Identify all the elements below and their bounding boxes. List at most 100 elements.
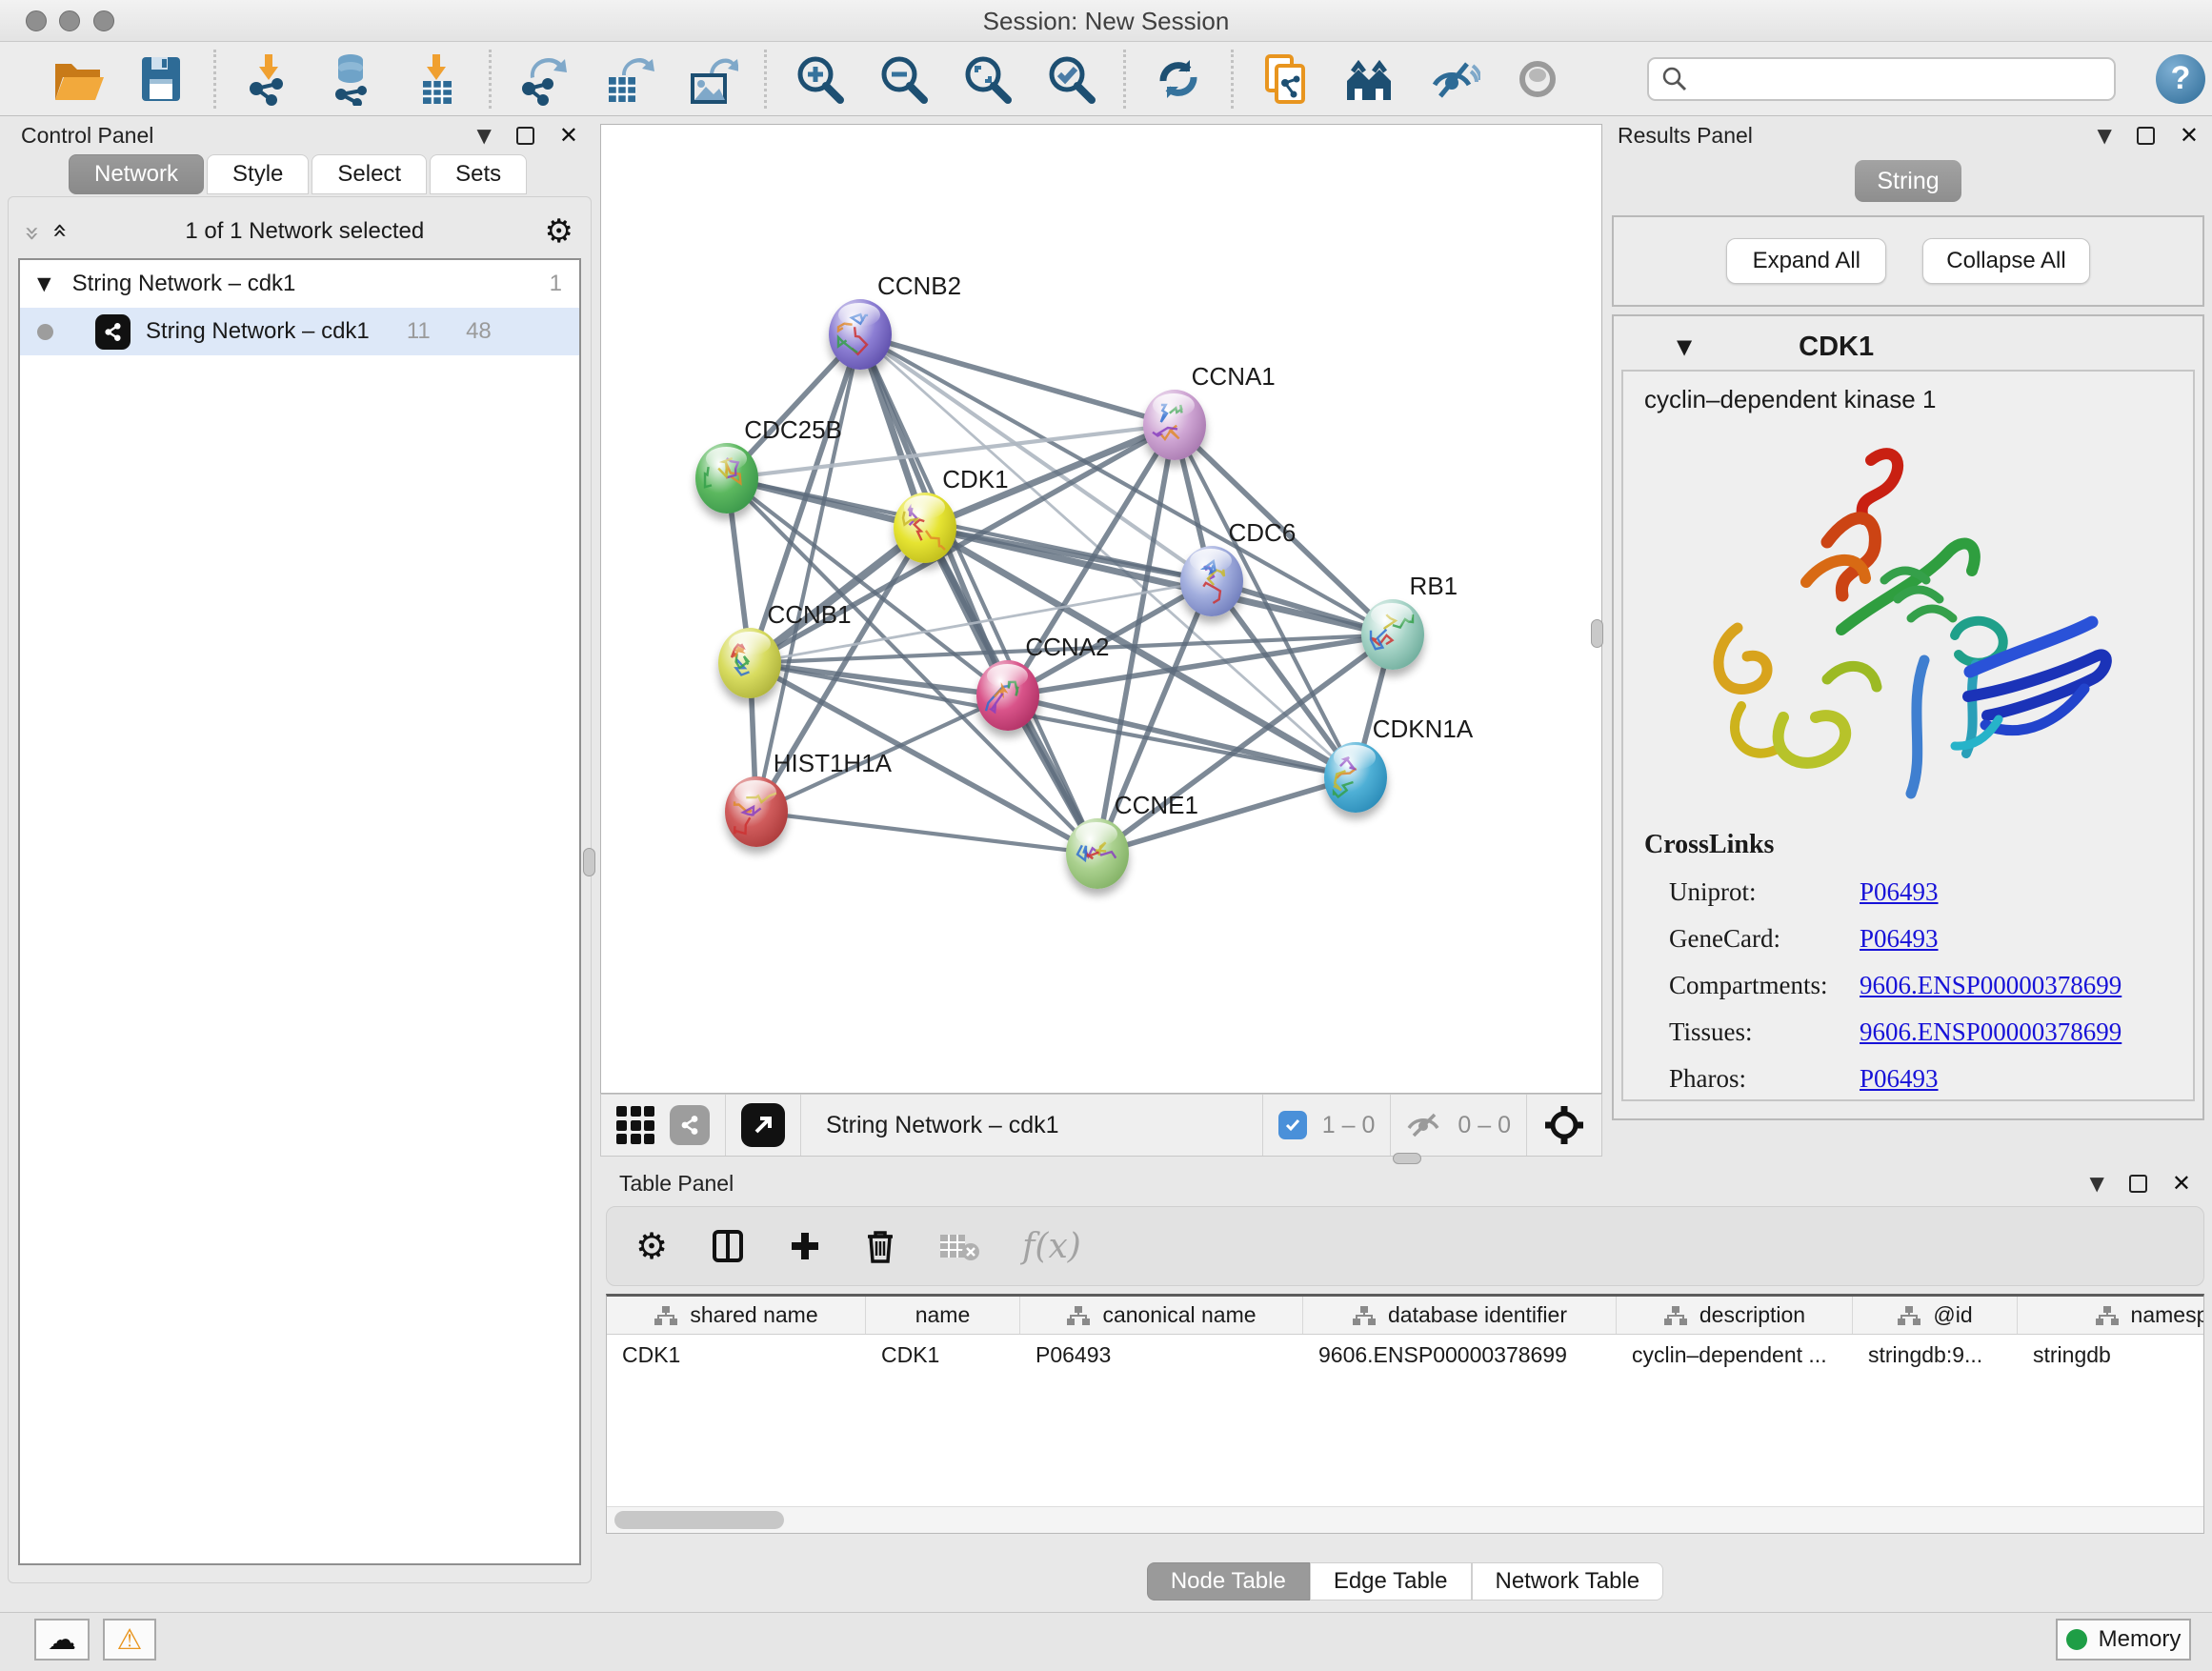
bottom-splitter-handle[interactable] [1393,1153,1421,1164]
network-row-selected[interactable]: String Network – cdk1 11 48 [20,308,579,355]
tab-network-table[interactable]: Network Table [1472,1562,1664,1601]
search-box[interactable] [1647,57,2116,101]
horizontal-scrollbar[interactable] [607,1506,2203,1533]
table-settings-icon[interactable]: ⚙ [635,1225,668,1267]
tab-string[interactable]: String [1855,160,1961,202]
float-panel-icon[interactable] [2137,127,2155,145]
cell-shared-name[interactable]: CDK1 [607,1335,866,1375]
refresh-icon[interactable] [1151,51,1206,107]
network-options-gear-icon[interactable]: ⚙ [545,212,573,251]
collapse-collection-icon[interactable]: ▼ [37,273,51,294]
crosslink-link[interactable]: P06493 [1860,1064,1939,1094]
panel-menu-icon[interactable]: ▼ [2098,124,2112,147]
memory-button[interactable]: Memory [2056,1619,2191,1661]
edge[interactable] [860,334,1175,424]
collapse-section-icon[interactable]: ▼ [1677,335,1692,358]
cell-canonical-name[interactable]: P06493 [1020,1335,1303,1375]
node-CCNB1[interactable] [718,628,781,698]
node-CDC25B[interactable] [695,443,758,513]
zoom-fit-icon[interactable] [959,51,1015,107]
expand-all-button[interactable]: Expand All [1726,238,1886,284]
node-table[interactable]: shared namenamecanonical namedatabase id… [606,1294,2204,1534]
export-network-icon[interactable] [516,51,572,107]
edge[interactable] [860,334,1097,854]
close-panel-icon[interactable]: ✕ [2180,122,2199,149]
node-CDKN1A[interactable] [1324,742,1387,813]
right-splitter-handle[interactable] [1591,619,1603,648]
column-header-shared-name[interactable]: shared name [607,1297,866,1334]
delete-table-icon[interactable] [938,1231,980,1261]
show-all-icon[interactable] [1510,51,1565,107]
crosslink-link[interactable]: 9606.ENSP00000378699 [1860,1017,2122,1047]
edge[interactable] [756,334,860,812]
network-birdseye-icon[interactable] [670,1105,710,1145]
node-HIST1H1A[interactable] [725,776,788,847]
close-panel-icon[interactable]: ✕ [2172,1170,2191,1197]
import-network-database-icon[interactable] [325,51,380,107]
cell-name[interactable]: CDK1 [866,1335,1020,1375]
column-header-description[interactable]: description [1617,1297,1853,1334]
network-edges[interactable] [601,125,1601,1093]
tab-sets[interactable]: Sets [430,154,527,194]
first-neighbors-icon[interactable] [1342,51,1398,107]
export-image-icon[interactable] [684,51,739,107]
edge[interactable] [756,812,1097,854]
tab-node-table[interactable]: Node Table [1147,1562,1310,1601]
node-CCNE1[interactable] [1066,818,1129,889]
tab-select[interactable]: Select [312,154,427,194]
panel-menu-icon[interactable]: ▼ [2090,1172,2104,1195]
cell-@id[interactable]: stringdb:9... [1853,1335,2018,1375]
close-panel-icon[interactable]: ✕ [559,122,578,149]
delete-column-icon[interactable] [864,1228,896,1264]
add-column-icon[interactable] [788,1229,822,1263]
tab-network[interactable]: Network [69,154,204,194]
fit-content-crosshair-icon[interactable] [1542,1103,1586,1147]
scrollbar-thumb[interactable] [614,1511,784,1529]
column-header-name[interactable]: name [866,1297,1020,1334]
tab-style[interactable]: Style [207,154,309,194]
warning-icon[interactable]: ⚠ [103,1619,156,1661]
cell-namespace[interactable]: stringdb [2018,1335,2204,1375]
panel-menu-icon[interactable]: ▼ [477,124,492,147]
show-network-grid-icon[interactable] [616,1106,654,1144]
column-header-namespace[interactable]: namespace [2018,1297,2204,1334]
node-CCNB2[interactable] [829,299,892,370]
node-CCNA1[interactable] [1143,390,1206,460]
collapse-all-networks-icon[interactable]: » [44,225,73,238]
zoom-in-icon[interactable] [792,51,847,107]
crosslink-link[interactable]: P06493 [1860,924,1939,954]
expand-all-networks-icon[interactable]: » [17,225,47,238]
hide-selected-icon[interactable] [1426,51,1481,107]
detach-view-icon[interactable] [741,1103,785,1147]
import-network-file-icon[interactable] [241,51,296,107]
zoom-out-icon[interactable] [875,51,931,107]
cell-database-identifier[interactable]: 9606.ENSP00000378699 [1303,1335,1617,1375]
column-header-canonical-name[interactable]: canonical name [1020,1297,1303,1334]
column-header-@id[interactable]: @id [1853,1297,2018,1334]
tab-edge-table[interactable]: Edge Table [1310,1562,1472,1601]
open-session-icon[interactable] [50,51,105,107]
cell-description[interactable]: cyclin–dependent ... [1617,1335,1853,1375]
collapse-all-button[interactable]: Collapse All [1922,238,2089,284]
node-CDK1[interactable] [894,493,956,563]
node-CCNA2[interactable] [976,660,1039,731]
network-collection-row[interactable]: ▼ String Network – cdk1 1 [20,260,579,308]
search-input[interactable] [1689,66,2114,92]
help-icon[interactable]: ? [2156,54,2205,104]
crosslink-link[interactable]: P06493 [1860,877,1939,907]
table-row[interactable]: CDK1CDK1P064939606.ENSP00000378699cyclin… [607,1335,2204,1375]
cloud-icon[interactable]: ☁ [34,1619,90,1661]
float-panel-icon[interactable] [516,127,534,145]
function-builder-icon[interactable]: f(x) [1022,1227,1081,1266]
export-table-icon[interactable] [600,51,655,107]
column-header-database-identifier[interactable]: database identifier [1303,1297,1617,1334]
show-columns-icon[interactable] [710,1228,746,1264]
crosslink-link[interactable]: 9606.ENSP00000378699 [1860,971,2122,1000]
save-session-icon[interactable] [133,51,189,107]
zoom-selected-icon[interactable] [1043,51,1098,107]
network-canvas[interactable]: CCNB2CCNA1CDC25BCDK1CDC6RB1CCNB1CCNA2CDK… [600,124,1602,1094]
float-panel-icon[interactable] [2129,1175,2147,1193]
left-splitter-handle[interactable] [583,848,595,876]
gene-section-header[interactable]: ▼ CDK1 [1621,324,2195,370]
node-CDC6[interactable] [1180,546,1243,616]
